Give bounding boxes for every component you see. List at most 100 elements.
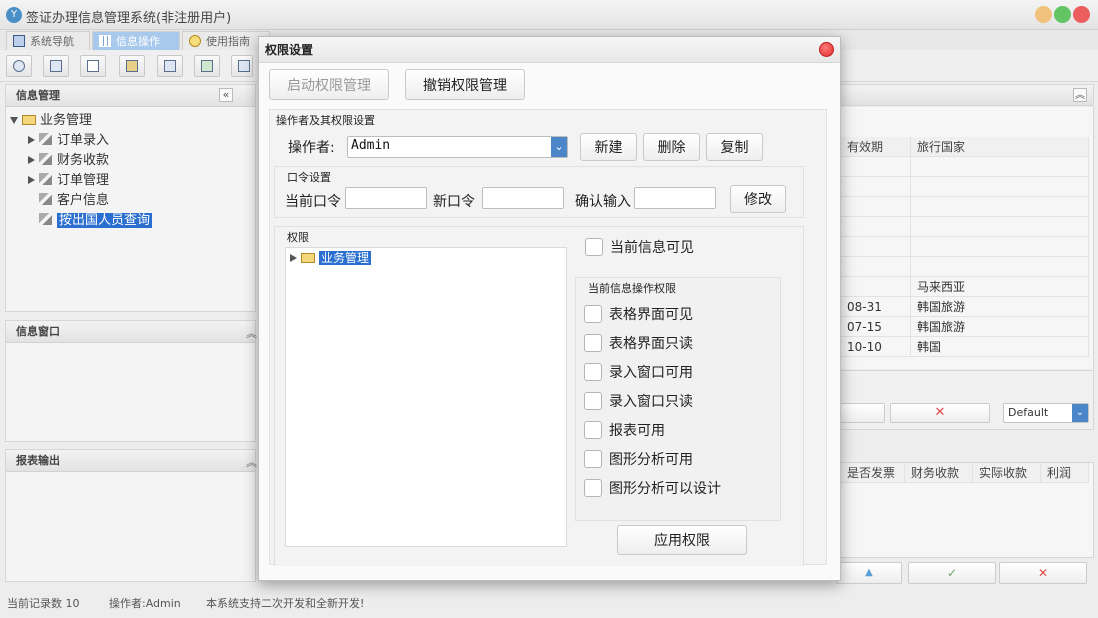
table-cell xyxy=(911,217,1089,237)
table-row[interactable]: 10-10 韩国 xyxy=(841,337,1091,357)
collapse-up-icon[interactable]: ︽ xyxy=(246,325,257,341)
expand-arrow-icon xyxy=(28,176,35,184)
tab-system-nav[interactable]: 系统导航 xyxy=(6,31,90,50)
tree-item-customer[interactable]: 客户信息 xyxy=(39,191,109,211)
table-row[interactable] xyxy=(841,157,1091,177)
table-row[interactable] xyxy=(841,177,1091,197)
current-password-input[interactable] xyxy=(345,187,427,209)
export-tool-button[interactable] xyxy=(194,55,220,77)
table-row[interactable]: 马来西亚 xyxy=(841,277,1091,297)
checkbox[interactable] xyxy=(584,334,602,352)
permission-tree[interactable]: 业务管理 xyxy=(285,247,567,547)
cancel-button[interactable]: ✕ xyxy=(999,562,1087,584)
users-icon xyxy=(126,60,138,72)
operation-checkbox-row[interactable]: 图形分析可用 xyxy=(584,449,693,469)
checkbox[interactable] xyxy=(584,479,602,497)
collapse-left-button[interactable]: « xyxy=(219,88,233,102)
operation-checkbox-row[interactable]: 录入窗口可用 xyxy=(584,362,693,382)
operation-checkbox-row[interactable]: 录入窗口只读 xyxy=(584,391,693,411)
table-row[interactable]: 07-15 韩国旅游 xyxy=(841,317,1091,337)
table-cell xyxy=(841,277,911,297)
table-cell xyxy=(841,257,911,277)
checkbox[interactable] xyxy=(584,450,602,468)
grid-header-validity[interactable]: 有效期 xyxy=(841,137,911,157)
apply-permission-button[interactable]: 应用权限 xyxy=(617,525,747,555)
grid-header-country[interactable]: 旅行国家 xyxy=(911,137,1089,157)
confirm-button[interactable]: ✓ xyxy=(908,562,996,584)
expand-up-button[interactable]: ︽ xyxy=(1073,88,1087,102)
checkbox[interactable] xyxy=(584,421,602,439)
status-operator: 操作者:Admin xyxy=(109,597,181,610)
table-row[interactable] xyxy=(841,197,1091,217)
collapse-up-icon[interactable]: ︽ xyxy=(246,454,257,470)
move-up-button[interactable]: ▲ xyxy=(836,562,902,584)
status-slogan: 本系统支持二次开发和全新开发! xyxy=(206,597,365,610)
minimize-button[interactable] xyxy=(1035,6,1052,23)
revoke-permission-button[interactable]: 撤销权限管理 xyxy=(405,69,525,100)
sub-header-finance[interactable]: 财务收款 xyxy=(905,463,973,483)
sub-header-profit[interactable]: 利润 xyxy=(1041,463,1089,483)
users-tool-button[interactable] xyxy=(119,55,145,77)
card-icon xyxy=(238,60,250,72)
tree-label: 业务管理 xyxy=(40,113,93,128)
password-group-label: 口令设置 xyxy=(287,171,331,184)
edit-button[interactable] xyxy=(837,403,885,423)
grid-action-bar: ✕ Default ⌄ xyxy=(837,370,1094,430)
tree-item-order-entry[interactable]: 订单录入 xyxy=(28,131,109,151)
info-visible-checkbox[interactable]: 当前信息可见 xyxy=(585,237,694,257)
new-password-input[interactable] xyxy=(482,187,564,209)
operation-checkbox-row[interactable]: 表格界面只读 xyxy=(584,333,693,353)
table-row[interactable] xyxy=(841,257,1091,277)
tree-item-order-manage[interactable]: 订单管理 xyxy=(28,171,109,191)
operation-checkbox-row[interactable]: 图形分析可以设计 xyxy=(584,478,721,498)
delete-operator-button[interactable]: 删除 xyxy=(643,133,700,161)
sub-header-invoice[interactable]: 是否发票 xyxy=(841,463,905,483)
search-tool-button[interactable] xyxy=(6,55,32,77)
tab-user-guide[interactable]: 使用指南 xyxy=(182,31,270,50)
list-tool-button[interactable] xyxy=(43,55,69,77)
tree-item-traveler-query[interactable]: 按出国人员查询 xyxy=(39,211,153,231)
document-tool-button[interactable] xyxy=(80,55,106,77)
checkbox[interactable] xyxy=(584,305,602,323)
tab-info-ops[interactable]: 信息操作 xyxy=(92,31,180,50)
folder-icon xyxy=(301,253,315,263)
card-tool-button[interactable] xyxy=(231,55,253,77)
sub-header-actual[interactable]: 实际收款 xyxy=(973,463,1041,483)
table-cell xyxy=(911,257,1089,277)
dialog-close-button[interactable] xyxy=(819,42,834,57)
confirm-password-input[interactable] xyxy=(634,187,716,209)
panel-title: 信息管理 xyxy=(16,89,60,102)
table-row[interactable] xyxy=(841,217,1091,237)
tools-icon xyxy=(39,213,52,225)
operation-checkbox-row[interactable]: 表格界面可见 xyxy=(584,304,693,324)
start-permission-button[interactable]: 启动权限管理 xyxy=(269,69,389,100)
operator-group-label: 操作者及其权限设置 xyxy=(276,114,375,127)
modify-password-button[interactable]: 修改 xyxy=(730,185,786,213)
copy-operator-button[interactable]: 复制 xyxy=(706,133,763,161)
delete-button[interactable]: ✕ xyxy=(890,403,990,423)
new-operator-button[interactable]: 新建 xyxy=(580,133,637,161)
layout-select[interactable]: Default ⌄ xyxy=(1003,403,1089,423)
table-row[interactable]: 08-31 韩国旅游 xyxy=(841,297,1091,317)
tools-icon xyxy=(39,133,52,145)
window-tool-button[interactable] xyxy=(157,55,183,77)
tree-root-business[interactable]: 业务管理 xyxy=(10,111,92,131)
table-row[interactable] xyxy=(841,237,1091,257)
operation-checkbox-row[interactable]: 报表可用 xyxy=(584,420,665,440)
panel-header: 报表输出 xyxy=(6,450,255,472)
close-button[interactable] xyxy=(1073,6,1090,23)
operator-select[interactable]: Admin ⌄ xyxy=(347,136,568,158)
expand-arrow-icon xyxy=(28,156,35,164)
expand-arrow-icon xyxy=(290,254,297,262)
permission-group: 权限 业务管理 当前信息可见 当前信息操作权限 表格界面可见 表格界面只读 录入窗口… xyxy=(274,226,804,566)
perm-tree-root[interactable]: 业务管理 xyxy=(290,248,372,268)
checkbox[interactable] xyxy=(584,392,602,410)
checkbox[interactable] xyxy=(585,238,603,256)
checkbox[interactable] xyxy=(584,363,602,381)
checkbox-label: 图形分析可用 xyxy=(609,452,693,468)
tree-item-finance[interactable]: 财务收款 xyxy=(28,151,109,171)
clock-icon xyxy=(189,35,201,47)
maximize-button[interactable] xyxy=(1054,6,1071,23)
tree-label: 按出国人员查询 xyxy=(57,213,153,228)
panel-header: 信息管理 xyxy=(6,85,255,107)
